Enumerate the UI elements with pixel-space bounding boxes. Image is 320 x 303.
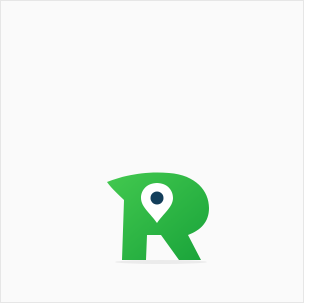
r-location-logo (101, 169, 213, 265)
logo-shadow (115, 260, 207, 264)
map-pin-dot (150, 191, 164, 205)
logo-canvas (0, 0, 304, 303)
